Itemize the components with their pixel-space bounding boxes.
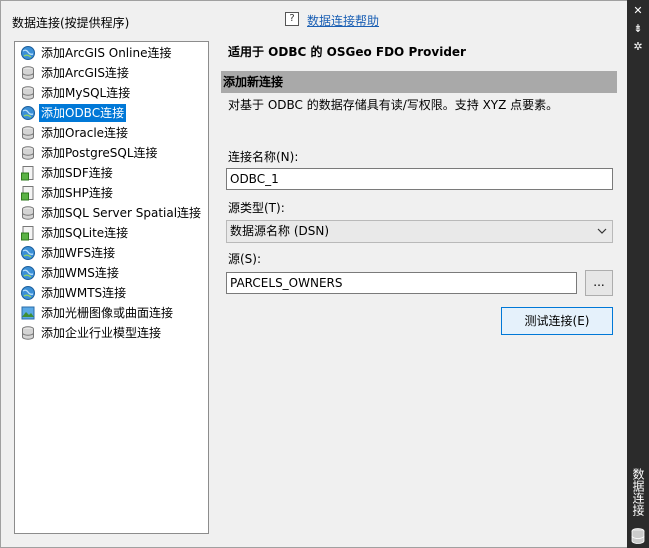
test-connection-button[interactable]: 测试连接(E) [501,307,613,335]
provider-label: 添加ArcGIS连接 [41,66,129,80]
source-type-value: 数据源名称 (DSN) [230,224,330,238]
provider-list-item[interactable]: 添加ArcGIS连接 [20,64,131,82]
settings-icon[interactable]: ✲ [627,39,649,55]
globe-icon [20,265,36,281]
provider-label: 添加ODBC连接 [39,104,127,122]
globe-icon [20,45,36,61]
provider-label: 添加SQL Server Spatial连接 [41,206,202,220]
database-icon [20,65,36,81]
provider-label: 添加MySQL连接 [41,86,131,100]
provider-label: 添加WMTS连接 [41,286,127,300]
provider-label: 添加ArcGIS Online连接 [41,46,172,60]
provider-list-item[interactable]: 添加MySQL连接 [20,84,132,102]
provider-list-item[interactable]: 添加PostgreSQL连接 [20,144,160,162]
provider-label: 添加SDF连接 [41,166,113,180]
file-icon [20,185,36,201]
provider-list-item[interactable]: 添加SDF连接 [20,164,115,182]
provider-label: 添加WMS连接 [41,266,119,280]
provider-label: 添加WFS连接 [41,246,116,260]
browse-button[interactable]: ... [585,270,613,296]
file-icon [20,165,36,181]
provider-list-item[interactable]: 添加企业行业模型连接 [20,324,163,342]
section-title: 添加新连接 [221,71,617,93]
provider-list-item[interactable]: 添加SQL Server Spatial连接 [20,204,203,222]
palette-title-strip: ✕ ⇟ ✲ 数据连接 [627,0,649,548]
provider-label: 添加Oracle连接 [41,126,129,140]
provider-list-item[interactable]: 添加ArcGIS Online连接 [20,44,173,62]
globe-icon [20,105,36,121]
provider-list-item[interactable]: 添加Oracle连接 [20,124,130,142]
provider-label: 添加SHP连接 [41,186,113,200]
raster-icon [20,305,36,321]
database-icon [20,85,36,101]
file-icon [20,225,36,241]
connection-name-input[interactable]: ODBC_1 [226,168,613,190]
provider-list-item[interactable]: 添加WMS连接 [20,264,121,282]
database-icon [20,325,36,341]
database-icon [20,205,36,221]
database-icon [20,145,36,161]
provider-label: 添加SQLite连接 [41,226,129,240]
provider-label: 添加光栅图像或曲面连接 [41,306,174,320]
provider-list-item[interactable]: 添加SQLite连接 [20,224,130,242]
source-input[interactable]: PARCELS_OWNERS [226,272,577,294]
palette-title: 数据连接 [631,468,645,516]
source-type-select[interactable]: 数据源名称 (DSN) [226,220,613,243]
globe-icon [20,285,36,301]
provider-list-item[interactable]: 添加WFS连接 [20,244,117,262]
pin-icon[interactable]: ⇟ [627,21,649,37]
connection-name-label: 连接名称(N): [228,150,299,164]
section-description: 对基于 ODBC 的数据存储具有读/写权限。支持 XYZ 点要素。 [228,98,559,112]
globe-icon [20,245,36,261]
provider-list[interactable]: 添加ArcGIS Online连接 添加ArcGIS连接 添加MySQL连接添加OD… [14,41,209,534]
close-icon[interactable]: ✕ [627,3,649,19]
provider-list-item[interactable]: 添加WMTS连接 [20,284,128,302]
help-link[interactable]: 数据连接帮助 [307,12,379,29]
provider-heading: 适用于 ODBC 的 OSGeo FDO Provider [228,45,466,59]
panel-title: 数据连接(按提供程序) [12,16,130,30]
chevron-down-icon [597,228,607,234]
help-icon[interactable]: ? [285,12,299,26]
source-label: 源(S): [228,252,262,266]
provider-list-item[interactable]: 添加ODBC连接 [20,104,127,122]
database-icon [631,528,645,544]
database-icon [20,125,36,141]
provider-list-item[interactable]: 添加光栅图像或曲面连接 [20,304,175,322]
provider-label: 添加PostgreSQL连接 [41,146,158,160]
source-type-label: 源类型(T): [228,201,285,215]
provider-label: 添加企业行业模型连接 [41,326,162,340]
provider-list-item[interactable]: 添加SHP连接 [20,184,115,202]
